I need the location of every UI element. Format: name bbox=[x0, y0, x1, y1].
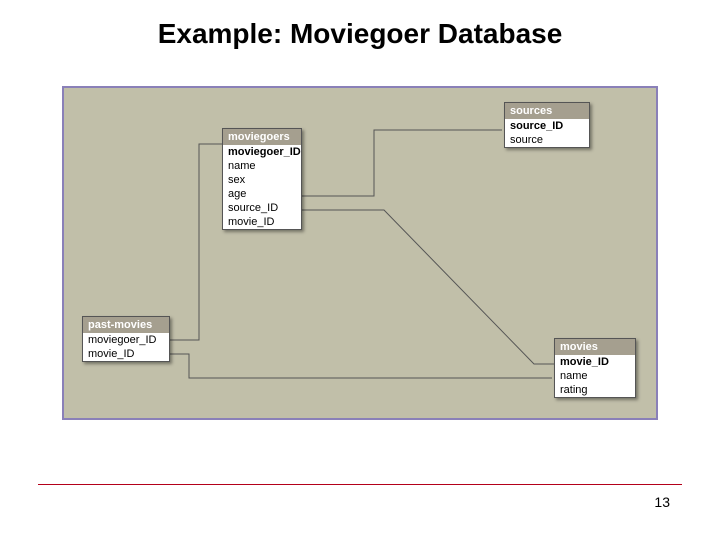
field-movie-id: movie_ID bbox=[83, 347, 169, 361]
field-source-id: source_ID bbox=[223, 201, 301, 215]
page-number: 13 bbox=[654, 494, 670, 510]
footer-rule bbox=[38, 484, 682, 485]
slide-title: Example: Moviegoer Database bbox=[0, 0, 720, 60]
table-title: movies bbox=[555, 339, 635, 355]
field-moviegoer-id: moviegoer_ID bbox=[83, 333, 169, 347]
field-source-id: source_ID bbox=[505, 119, 589, 133]
table-title: past-movies bbox=[83, 317, 169, 333]
table-movies: movies movie_ID name rating bbox=[554, 338, 636, 398]
table-title: sources bbox=[505, 103, 589, 119]
table-title: moviegoers bbox=[223, 129, 301, 145]
table-moviegoers: moviegoers moviegoer_ID name sex age sou… bbox=[222, 128, 302, 230]
field-name: name bbox=[555, 369, 635, 383]
er-diagram-area: sources source_ID source moviegoers movi… bbox=[62, 86, 658, 420]
field-sex: sex bbox=[223, 173, 301, 187]
field-name: name bbox=[223, 159, 301, 173]
field-movie-id: movie_ID bbox=[223, 215, 301, 229]
field-source: source bbox=[505, 133, 589, 147]
table-past-movies: past-movies moviegoer_ID movie_ID bbox=[82, 316, 170, 362]
field-moviegoer-id: moviegoer_ID bbox=[223, 145, 301, 159]
table-sources: sources source_ID source bbox=[504, 102, 590, 148]
field-age: age bbox=[223, 187, 301, 201]
field-movie-id: movie_ID bbox=[555, 355, 635, 369]
field-rating: rating bbox=[555, 383, 635, 397]
